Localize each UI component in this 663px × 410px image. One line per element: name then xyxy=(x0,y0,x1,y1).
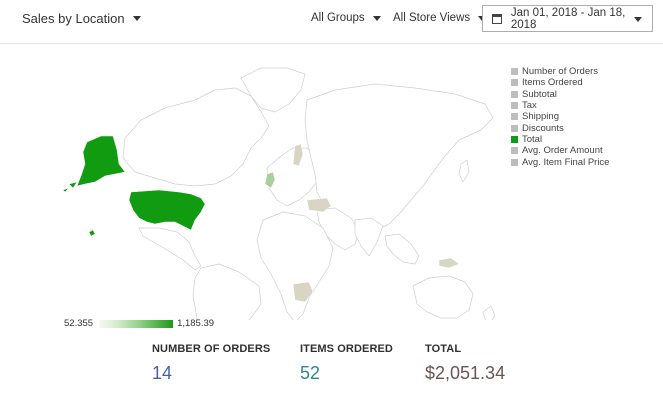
legend-item-active[interactable]: Total xyxy=(511,134,609,145)
world-map xyxy=(55,60,505,320)
metric-legend: Number of Orders Items Ordered Subtotal … xyxy=(511,66,609,168)
legend-label: Shipping xyxy=(522,111,559,123)
legend-label: Subtotal xyxy=(522,88,557,100)
stat-items-ordered: ITEMS ORDERED 52 xyxy=(300,343,393,384)
map-region-new-zealand[interactable] xyxy=(482,305,496,320)
legend-swatch xyxy=(511,79,518,87)
map-region-alaska-islands[interactable] xyxy=(62,181,78,193)
stat-value: 14 xyxy=(152,363,173,383)
stat-total: TOTAL $2,051.34 xyxy=(425,343,505,384)
map-region-canada[interactable] xyxy=(122,87,270,187)
world-map-svg xyxy=(62,67,496,320)
stat-number-of-orders: NUMBER OF ORDERS 14 xyxy=(152,343,270,384)
color-scale-gradient xyxy=(99,319,174,328)
date-range-label: Jan 01, 2018 - Jan 18, 2018 xyxy=(510,6,626,31)
legend-item[interactable]: Subtotal xyxy=(511,89,609,100)
map-region-southeast-asia[interactable] xyxy=(384,233,420,265)
legend-swatch xyxy=(511,158,518,166)
legend-item[interactable]: Tax xyxy=(511,100,609,111)
map-region-united-states[interactable] xyxy=(128,189,206,231)
legend-label: Number of Orders xyxy=(522,66,599,78)
report-type-dropdown[interactable]: Sales by Location xyxy=(22,11,141,26)
map-region-papua-new-guinea[interactable] xyxy=(438,257,460,269)
map-region-africa[interactable] xyxy=(256,211,334,320)
chevron-down-icon xyxy=(132,16,141,21)
report-type-label: Sales by Location xyxy=(22,11,125,26)
legend-label: Discounts xyxy=(522,122,564,134)
legend-swatch xyxy=(511,124,518,132)
map-region-australia[interactable] xyxy=(412,275,474,319)
map-region-south-america[interactable] xyxy=(192,263,262,320)
store-views-filter-dropdown[interactable]: All Store Views xyxy=(393,12,487,24)
stat-label: TOTAL xyxy=(425,343,462,355)
stat-label: NUMBER OF ORDERS xyxy=(152,343,271,355)
legend-label: Avg. Item Final Price xyxy=(522,156,610,168)
map-region-mexico[interactable] xyxy=(138,227,202,271)
legend-label: Items Ordered xyxy=(522,77,583,89)
map-region-india[interactable] xyxy=(354,217,384,257)
legend-swatch xyxy=(511,90,518,98)
legend-item[interactable]: Shipping xyxy=(511,111,609,122)
groups-filter-dropdown[interactable]: All Groups xyxy=(311,12,381,24)
legend-swatch xyxy=(511,102,518,110)
legend-swatch-active xyxy=(511,135,518,143)
stat-value: 52 xyxy=(300,363,321,383)
chevron-down-icon xyxy=(372,15,381,21)
legend-label: Tax xyxy=(522,100,537,112)
groups-filter-label: All Groups xyxy=(311,12,365,24)
calendar-icon xyxy=(492,13,502,24)
map-region-hawaii[interactable] xyxy=(88,229,96,237)
map-region-south-africa[interactable] xyxy=(292,281,314,303)
legend-item[interactable]: Items Ordered xyxy=(511,77,609,88)
stat-value: $2,051.34 xyxy=(425,363,506,383)
stat-label: ITEMS ORDERED xyxy=(300,343,393,355)
date-range-picker[interactable]: Jan 01, 2018 - Jan 18, 2018 xyxy=(482,5,653,32)
report-toolbar: Sales by Location All Groups All Store V… xyxy=(0,0,663,44)
legend-swatch xyxy=(511,147,518,155)
map-region-japan[interactable] xyxy=(458,159,470,183)
color-scale: 52.355 1,185.39 xyxy=(64,318,214,329)
legend-swatch xyxy=(511,68,518,76)
legend-item[interactable]: Number of Orders xyxy=(511,66,609,77)
map-region-alaska[interactable] xyxy=(76,135,126,187)
chevron-down-icon xyxy=(634,17,642,22)
store-views-filter-label: All Store Views xyxy=(393,12,471,24)
color-scale-max: 1,185.39 xyxy=(177,318,215,329)
legend-item[interactable]: Avg. Item Final Price xyxy=(511,156,610,168)
legend-item[interactable]: Avg. Order Amount xyxy=(511,145,609,156)
color-scale-min: 52.355 xyxy=(64,318,94,329)
legend-label: Total xyxy=(522,133,543,145)
legend-label: Avg. Order Amount xyxy=(522,145,603,157)
legend-swatch xyxy=(511,113,518,121)
legend-item[interactable]: Discounts xyxy=(511,122,609,134)
